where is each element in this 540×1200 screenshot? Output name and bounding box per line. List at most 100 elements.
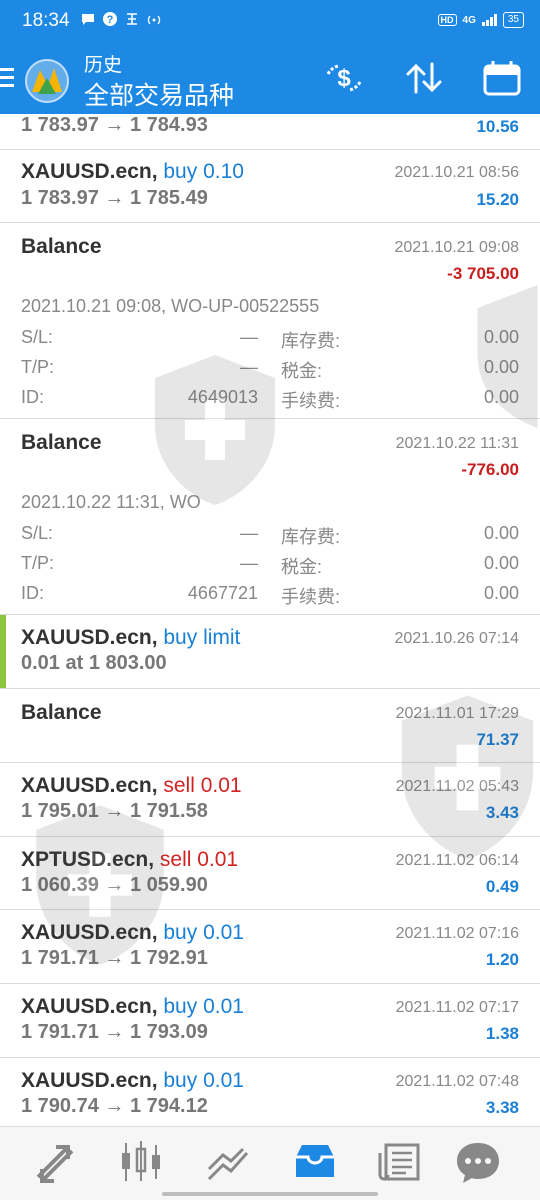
deal-side: buy 0.01	[163, 1069, 244, 1092]
tax-label: 税金:	[281, 557, 323, 577]
order-side: buy limit	[163, 626, 241, 649]
help-icon: ?	[103, 12, 117, 26]
deal-profit: 1.20	[485, 950, 519, 969]
swap-value: 0.00	[483, 523, 519, 543]
balance-title: Balance	[21, 431, 102, 454]
swap-label: 库存费:	[281, 331, 341, 351]
order-date: 2021.10.26 07:14	[394, 630, 519, 647]
deal-prices: 1 795.01 → 1 791.58	[21, 800, 208, 822]
chat-icon[interactable]	[453, 1139, 503, 1185]
deal-symbol-line: XPTUSD.ecn, sell 0.01	[21, 848, 238, 872]
deal-date: 2021.11.02 07:48	[395, 1073, 519, 1090]
deal-date: 2021.11.02 07:17	[395, 999, 519, 1016]
deal-profit: 15.20	[476, 190, 519, 209]
deal-side: buy 0.10	[163, 160, 244, 183]
deal-row[interactable]: XAUUSD.ecn, buy 0.01 2021.11.02 07:17 1 …	[0, 984, 540, 1058]
id-label: ID:	[21, 387, 45, 407]
app-header: 18:34 ? HD 4G 35 历史 全部交易品种 $	[0, 0, 540, 114]
deal-symbol: XAUUSD.ecn,	[21, 774, 158, 797]
balance-comment: 2021.10.22 11:31, WO	[21, 492, 201, 512]
deal-date: 2021.11.02 06:14	[395, 852, 519, 869]
history-icon[interactable]	[290, 1139, 340, 1185]
order-symbol: XAUUSD.ecn,	[21, 626, 158, 649]
sort-icon[interactable]	[402, 58, 446, 98]
fee-value: 0.00	[483, 387, 519, 407]
home-indicator[interactable]	[162, 1192, 378, 1196]
id-value: 4667721	[187, 583, 258, 603]
fee-label: 手续费:	[281, 391, 341, 411]
deal-prices: 1 060.39 → 1 059.90	[21, 874, 208, 896]
deal-row[interactable]: XAUUSD.ecn, buy 0.01 2021.11.02 07:16 1 …	[0, 910, 540, 984]
sl-value: —	[240, 523, 258, 543]
balance-amount: -776.00	[461, 460, 519, 479]
balance-title: Balance	[21, 235, 102, 258]
deal-row[interactable]: 1 783.97 → 1 784.93 10.56	[0, 114, 540, 150]
deal-prices: 1 783.97 → 1 785.49	[21, 187, 208, 209]
deal-row[interactable]: XAUUSD.ecn, buy 0.10 2021.10.21 08:56 1 …	[0, 150, 540, 223]
tax-value: 0.00	[483, 553, 519, 573]
deal-prices: 1 790.74 → 1 794.12	[21, 1095, 208, 1117]
deal-profit: 3.38	[485, 1098, 519, 1117]
app-notification-icon	[127, 13, 137, 25]
tp-value: —	[240, 553, 258, 573]
deal-side: sell 0.01	[163, 774, 242, 797]
balance-date: 2021.10.22 11:31	[395, 435, 519, 452]
order-row[interactable]: XAUUSD.ecn, buy limit 2021.10.26 07:14 0…	[0, 615, 540, 689]
calendar-icon[interactable]	[480, 58, 524, 98]
deal-prices: 1 791.71 → 1 793.09	[21, 1021, 208, 1043]
status-right: HD 4G 35	[437, 12, 524, 28]
deal-symbol: XAUUSD.ecn,	[21, 921, 158, 944]
deal-profit: 1.38	[485, 1024, 519, 1043]
trade-icon[interactable]	[203, 1139, 253, 1185]
deal-row[interactable]: XAUUSD.ecn, buy 0.01 2021.11.02 07:48 1 …	[0, 1058, 540, 1132]
deal-symbol-line: XAUUSD.ecn, buy 0.01	[21, 921, 244, 945]
network-type: 4G	[462, 14, 476, 26]
deal-date: 2021.11.02 07:16	[395, 925, 519, 942]
swap-label: 库存费:	[281, 527, 341, 547]
news-icon[interactable]	[376, 1139, 426, 1185]
balance-date: 2021.10.21 09:08	[394, 239, 519, 256]
tp-label: T/P:	[21, 553, 55, 573]
tp-label: T/P:	[21, 357, 55, 377]
currency-exchange-icon[interactable]: $	[322, 58, 366, 98]
bottom-navigation	[0, 1126, 540, 1200]
history-list: 1 783.97 → 1 784.93 10.56 XAUUSD.ecn, bu…	[0, 114, 540, 1132]
deal-side: buy 0.01	[163, 921, 244, 944]
chart-icon[interactable]	[116, 1139, 166, 1185]
balance-title: Balance	[21, 701, 102, 724]
svg-text:$: $	[337, 65, 351, 92]
balance-amount: -3 705.00	[447, 264, 519, 283]
deal-symbol: XPTUSD.ecn,	[21, 848, 155, 871]
battery-level: 35	[507, 14, 519, 25]
tax-value: 0.00	[483, 357, 519, 377]
balance-comment: 2021.10.21 09:08, WO-UP-00522555	[21, 296, 320, 316]
deal-side: sell 0.01	[159, 848, 239, 871]
status-time: 18:34	[22, 10, 70, 31]
svg-text:?: ?	[107, 14, 114, 26]
deal-date: 2021.10.21 08:56	[394, 164, 519, 181]
tp-value: —	[240, 357, 258, 377]
balance-row[interactable]: Balance 2021.11.01 17:29 71.37	[0, 689, 540, 763]
hd-badge: HD	[437, 14, 457, 26]
deal-profit: 3.43	[485, 803, 519, 822]
status-bar: 18:34 ? HD 4G 35	[0, 0, 540, 40]
symbol-filter[interactable]: 全部交易品种	[84, 76, 234, 112]
order-volume-price: 0.01 at 1 803.00	[21, 652, 167, 674]
deal-symbol: XAUUSD.ecn,	[21, 1069, 158, 1092]
sl-label: S/L:	[21, 327, 54, 347]
deal-row[interactable]: XAUUSD.ecn, sell 0.01 2021.11.02 05:43 1…	[0, 763, 540, 837]
quotes-icon[interactable]	[30, 1139, 80, 1185]
deal-date: 2021.11.02 05:43	[395, 778, 519, 795]
tax-label: 税金:	[281, 361, 323, 381]
deal-row[interactable]: XPTUSD.ecn, sell 0.01 2021.11.02 06:14 1…	[0, 837, 540, 910]
balance-row[interactable]: Balance 2021.10.21 09:08 -3 705.00 2021.…	[0, 223, 540, 419]
page-title: 历史	[84, 55, 123, 76]
deal-prices: 1 783.97 → 1 784.93	[21, 114, 208, 136]
balance-row[interactable]: Balance 2021.10.22 11:31 -776.00 2021.10…	[0, 419, 540, 615]
metatrader-logo[interactable]	[22, 56, 72, 106]
menu-icon[interactable]	[0, 68, 14, 92]
message-icon	[82, 14, 94, 25]
deal-profit: 10.56	[476, 117, 519, 136]
id-value: 4649013	[187, 387, 258, 407]
deal-prices: 1 791.71 → 1 792.91	[21, 947, 208, 969]
